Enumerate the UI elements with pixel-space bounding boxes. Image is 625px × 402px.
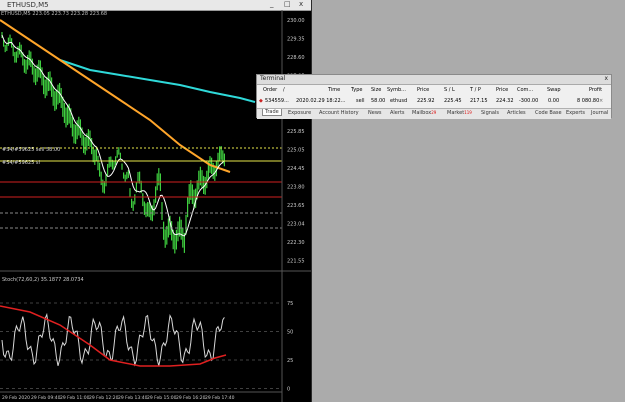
header-time[interactable]: Time (328, 87, 340, 93)
time-axis-label: 29 Feb 17:40 (205, 395, 235, 401)
header-swap[interactable]: Swap (547, 87, 561, 93)
time-axis-label: 29 Feb 16:20 (176, 395, 206, 401)
trade-size: 58.00 (371, 98, 386, 104)
time-axis-label: 29 Feb 15:00 (147, 395, 177, 401)
price-axis-label: 228.60 (287, 55, 305, 61)
tab-experts[interactable]: Experts (566, 110, 585, 116)
header-commission[interactable]: Com... (517, 87, 533, 93)
tab-market[interactable]: Market119 (447, 110, 472, 116)
tab-signals[interactable]: Signals (481, 110, 499, 116)
stoch-level-label: 75 (287, 301, 293, 307)
price-axis-label: 225.85 (287, 129, 305, 135)
price-axis-label: 230.00 (287, 18, 305, 24)
tab-account-history[interactable]: Account History (319, 110, 359, 116)
stoch-level-label: 50 (287, 330, 293, 336)
tab-exposure[interactable]: Exposure (288, 110, 311, 116)
trade-commission: -300.00 (519, 98, 539, 104)
trade-current-price: 224.32 (496, 98, 514, 104)
tab-mailbox-label: Mailbox (412, 110, 432, 116)
trade-row[interactable]: ◆ 534559... 2020.02.29 18:22... sell 58.… (259, 97, 609, 106)
stoch-levels: 75 50 25 0 (0, 301, 293, 393)
stoch-level-label: 0 (287, 387, 290, 393)
terminal-close-button[interactable]: x (604, 75, 608, 82)
tab-code-base[interactable]: Code Base (535, 110, 562, 116)
stoch-level-label: 25 (287, 358, 293, 364)
order-label-2: #S4/#59625 sl (2, 160, 40, 166)
tab-journal[interactable]: Journal (591, 110, 608, 116)
ma-slow-line (59, 59, 256, 103)
price-axis-label: 223.04 (287, 222, 305, 228)
price-axis-label: 225.05 (287, 148, 305, 154)
chart-window[interactable]: ETHUSD,M5 _ □ x ETHUSD,M5 223.05 223.73 … (0, 0, 312, 402)
tab-news[interactable]: News (368, 110, 382, 116)
stoch-signal-line (1, 312, 225, 367)
header-sl[interactable]: S / L (444, 87, 455, 93)
price-axis-label: 229.35 (287, 37, 305, 43)
terminal-title: Terminal (260, 75, 286, 82)
candles-layer (1, 32, 225, 254)
tab-trade[interactable]: Trade (262, 109, 282, 116)
ma-fast-line (1, 34, 225, 237)
terminal-titlebar[interactable]: Terminal x (257, 75, 611, 85)
stoch-label: Stoch(72,60,2) 35.1877 28.0734 (2, 277, 84, 283)
row-close-icon[interactable]: × (599, 98, 603, 104)
price-chart[interactable]: #S4/#59625 sell 58.00 #S4/#59625 sl 230.… (0, 0, 311, 402)
header-profit[interactable]: Profit (589, 87, 602, 93)
tab-alerts[interactable]: Alerts (390, 110, 405, 116)
price-axis-label: 224.45 (287, 166, 305, 172)
header-tp[interactable]: T / P (470, 87, 481, 93)
terminal-tabs: Trade Exposure Account History News Aler… (257, 108, 611, 119)
header-sort[interactable]: / (283, 87, 285, 93)
header-current-price[interactable]: Price (496, 87, 508, 93)
trade-order: 534559... (265, 98, 289, 104)
trade-type: sell (356, 98, 365, 104)
terminal-window[interactable]: Terminal x Order / Time Type Size Symb..… (256, 74, 612, 119)
tab-mailbox[interactable]: Mailbox29 (412, 110, 436, 116)
trade-icon: ◆ (259, 98, 263, 104)
trade-symbol: ethusd (390, 98, 408, 104)
mailbox-badge: 29 (431, 110, 437, 115)
header-price[interactable]: Price (417, 87, 429, 93)
time-axis-label: 29 Feb 13:40 (118, 395, 148, 401)
price-axis-label: 223.80 (287, 185, 305, 191)
tab-market-label: Market (447, 110, 465, 116)
header-size[interactable]: Size (371, 87, 381, 93)
price-axis-labels: 230.00229.35228.60227.85227.05226.30225.… (287, 18, 305, 265)
time-axis-label: 29 Feb 11:00 (60, 395, 90, 401)
time-axis-label: 29 Feb 2020 (2, 395, 30, 401)
terminal-header-row: Order / Time Type Size Symb... Price S /… (259, 86, 609, 95)
trade-swap: 0.00 (548, 98, 560, 104)
trade-sl: 225.45 (444, 98, 462, 104)
tab-articles[interactable]: Articles (507, 110, 526, 116)
header-symbol[interactable]: Symb... (387, 87, 406, 93)
price-axis-label: 222.30 (287, 240, 305, 246)
time-axis-labels: 29 Feb 2020 29 Feb 09:40 29 Feb 11:00 29 Fe… (2, 395, 235, 401)
time-axis-label: 29 Feb 09:40 (31, 395, 61, 401)
trade-time: 2020.02.29 18:22... (296, 98, 346, 104)
trade-tp: 217.15 (470, 98, 488, 104)
market-badge: 119 (464, 110, 472, 115)
header-type[interactable]: Type (351, 87, 362, 93)
order-label-1: #S4/#59625 sell 58.00 (2, 147, 60, 153)
price-axis-label: 223.65 (287, 203, 305, 209)
header-order[interactable]: Order (263, 87, 277, 93)
trade-profit: 8 080.80 (577, 98, 600, 104)
trade-open-price: 225.92 (417, 98, 435, 104)
time-axis-label: 29 Feb 12:20 (89, 395, 119, 401)
price-axis-label: 221.55 (287, 259, 305, 265)
